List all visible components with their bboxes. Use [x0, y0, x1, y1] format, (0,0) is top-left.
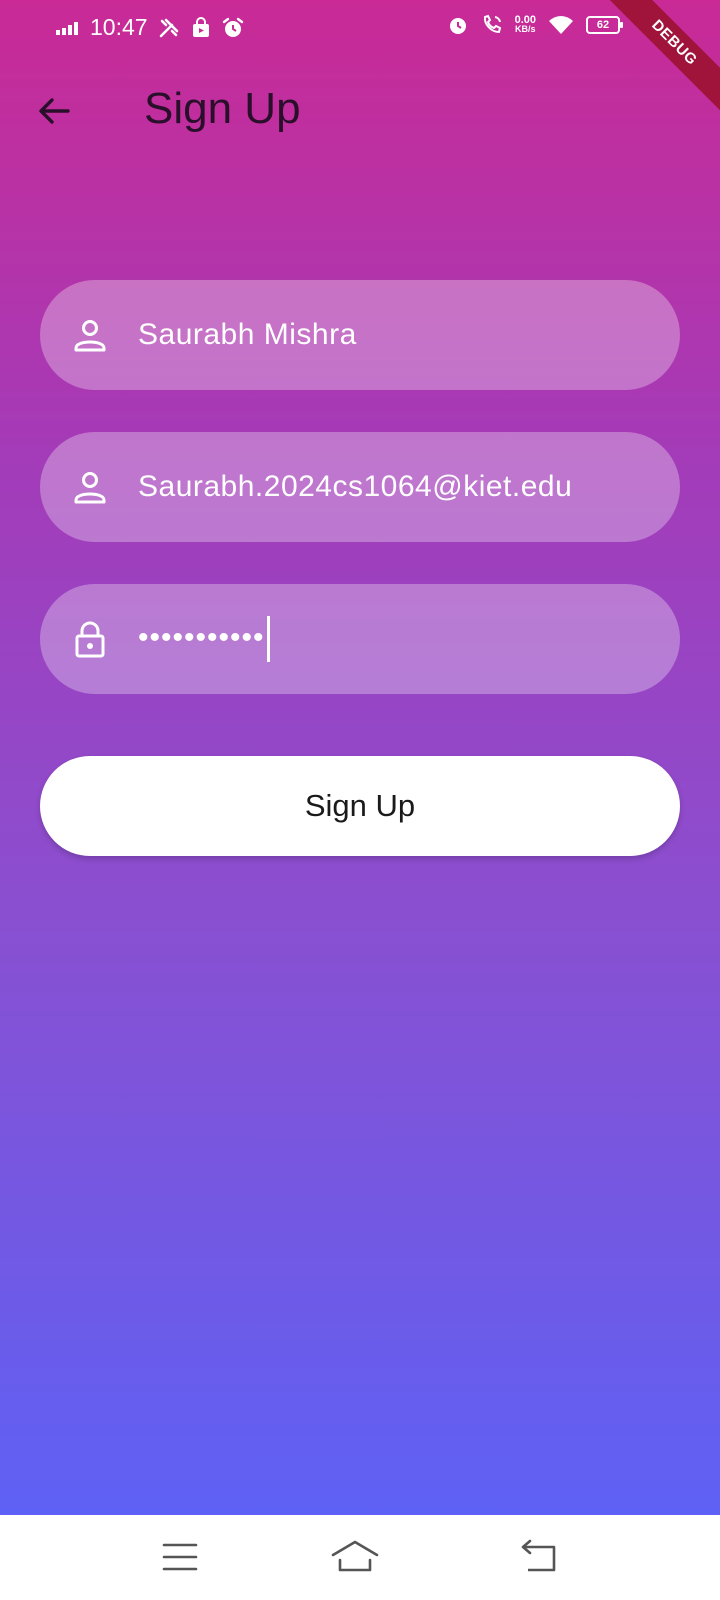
wifi-call-icon	[481, 14, 503, 36]
back-icon	[521, 1539, 556, 1572]
home-button[interactable]	[330, 1537, 380, 1577]
net-speed-unit: KB/s	[515, 24, 536, 34]
page-title: Sign Up	[144, 84, 301, 133]
person-icon	[74, 320, 106, 352]
net-speed: 0.00 KB/s	[515, 15, 536, 34]
back-button[interactable]	[30, 86, 80, 136]
arrow-back-icon	[39, 98, 70, 124]
name-value: Saurabh Mishra	[138, 318, 357, 351]
email-value: Saurabh.2024cs1064@kiet.edu	[138, 470, 573, 503]
password-input: •••••••••••	[138, 616, 270, 662]
navigation-bar	[0, 1515, 720, 1600]
app-bar: Sign Up	[0, 70, 720, 150]
alarm-icon	[222, 17, 244, 39]
email-field[interactable]: Saurabh.2024cs1064@kiet.edu	[40, 432, 680, 542]
status-bar: 10:47 0.00 KB/s 62	[0, 0, 720, 58]
system-back-button[interactable]	[518, 1537, 562, 1577]
password-field[interactable]: •••••••••••	[40, 584, 680, 694]
home-icon	[331, 1540, 379, 1572]
password-masked: •••••••••••	[138, 620, 265, 654]
person-icon	[74, 472, 106, 504]
menu-button[interactable]	[158, 1537, 202, 1577]
screen-background: 10:47 0.00 KB/s 62 DEBUG Sign Up Saurabh…	[0, 0, 720, 1515]
battery-level: 62	[596, 19, 610, 31]
alarm-icon	[447, 14, 469, 36]
battery-icon: 62	[586, 16, 623, 34]
wifi-icon	[548, 15, 574, 35]
lock-icon	[75, 621, 105, 658]
name-field[interactable]: Saurabh Mishra	[40, 280, 680, 390]
tools-icon	[158, 17, 180, 39]
bag-icon	[190, 16, 212, 39]
text-caret	[266, 616, 270, 662]
sign-up-button[interactable]: Sign Up	[40, 756, 680, 856]
menu-icon	[162, 1543, 198, 1571]
signal-icon	[56, 21, 80, 35]
status-time: 10:47	[90, 14, 148, 40]
